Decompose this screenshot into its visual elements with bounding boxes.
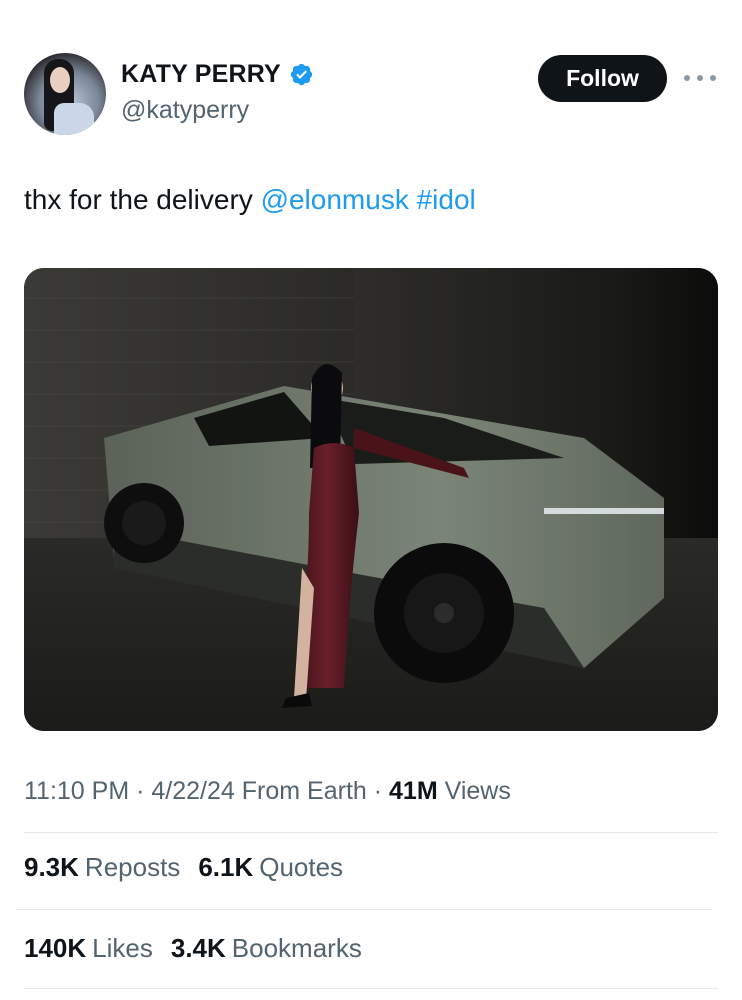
likes-count: 140K [24,933,87,963]
meta-separator: · [373,777,383,805]
tweet-source: From Earth [241,777,367,805]
likes-stat[interactable]: 140K Likes [24,933,153,964]
likes-label: Likes [92,933,153,963]
tweet-photo[interactable] [24,268,718,731]
tweet-meta: 11:10 PM · 4/22/24 From Earth · 41M View… [24,777,511,806]
tweet-card: KATY PERRY @katyperry Follow thx for the… [0,0,742,1000]
more-dot [697,75,703,81]
tweet-photo-image [24,268,718,731]
divider [24,988,718,989]
avatar[interactable] [24,53,106,135]
follow-button[interactable]: Follow [538,55,667,102]
avatar-dress [54,103,94,135]
author-handle[interactable]: @katyperry [121,96,249,125]
tweet-date[interactable]: 4/22/24 [151,777,234,805]
author-display-name[interactable]: KATY PERRY [121,60,281,89]
hashtag-link[interactable]: #idol [417,184,476,215]
quotes-stat[interactable]: 6.1K Quotes [198,852,343,883]
views-label: Views [444,777,511,805]
reposts-label: Reposts [84,852,181,882]
verified-badge-icon [289,62,314,87]
meta-separator: · [136,777,145,805]
more-dot [710,75,716,81]
author-name-row: KATY PERRY [121,60,314,89]
reposts-stat[interactable]: 9.3K Reposts [24,852,180,883]
bookmarks-label: Bookmarks [231,933,362,963]
tweet-time[interactable]: 11:10 PM [24,777,129,805]
views-count: 41M [389,777,438,805]
tweet-text-body: thx for the delivery [24,184,253,215]
avatar-face [50,67,70,93]
divider [16,909,712,910]
mention-link[interactable]: @elonmusk [261,184,409,215]
more-dot [684,75,690,81]
bookmarks-stat[interactable]: 3.4K Bookmarks [171,933,362,964]
reposts-count: 9.3K [24,852,79,882]
divider [24,832,718,833]
tweet-text: thx for the delivery @elonmusk #idol [24,184,476,216]
more-options-icon[interactable] [684,70,716,86]
bookmarks-count: 3.4K [170,933,226,963]
quotes-count: 6.1K [198,852,254,882]
quotes-label: Quotes [259,852,344,882]
stats-row-reposts-quotes: 9.3K Reposts 6.1K Quotes [24,852,343,883]
stats-row-likes-bookmarks: 140K Likes 3.4K Bookmarks [24,933,362,964]
